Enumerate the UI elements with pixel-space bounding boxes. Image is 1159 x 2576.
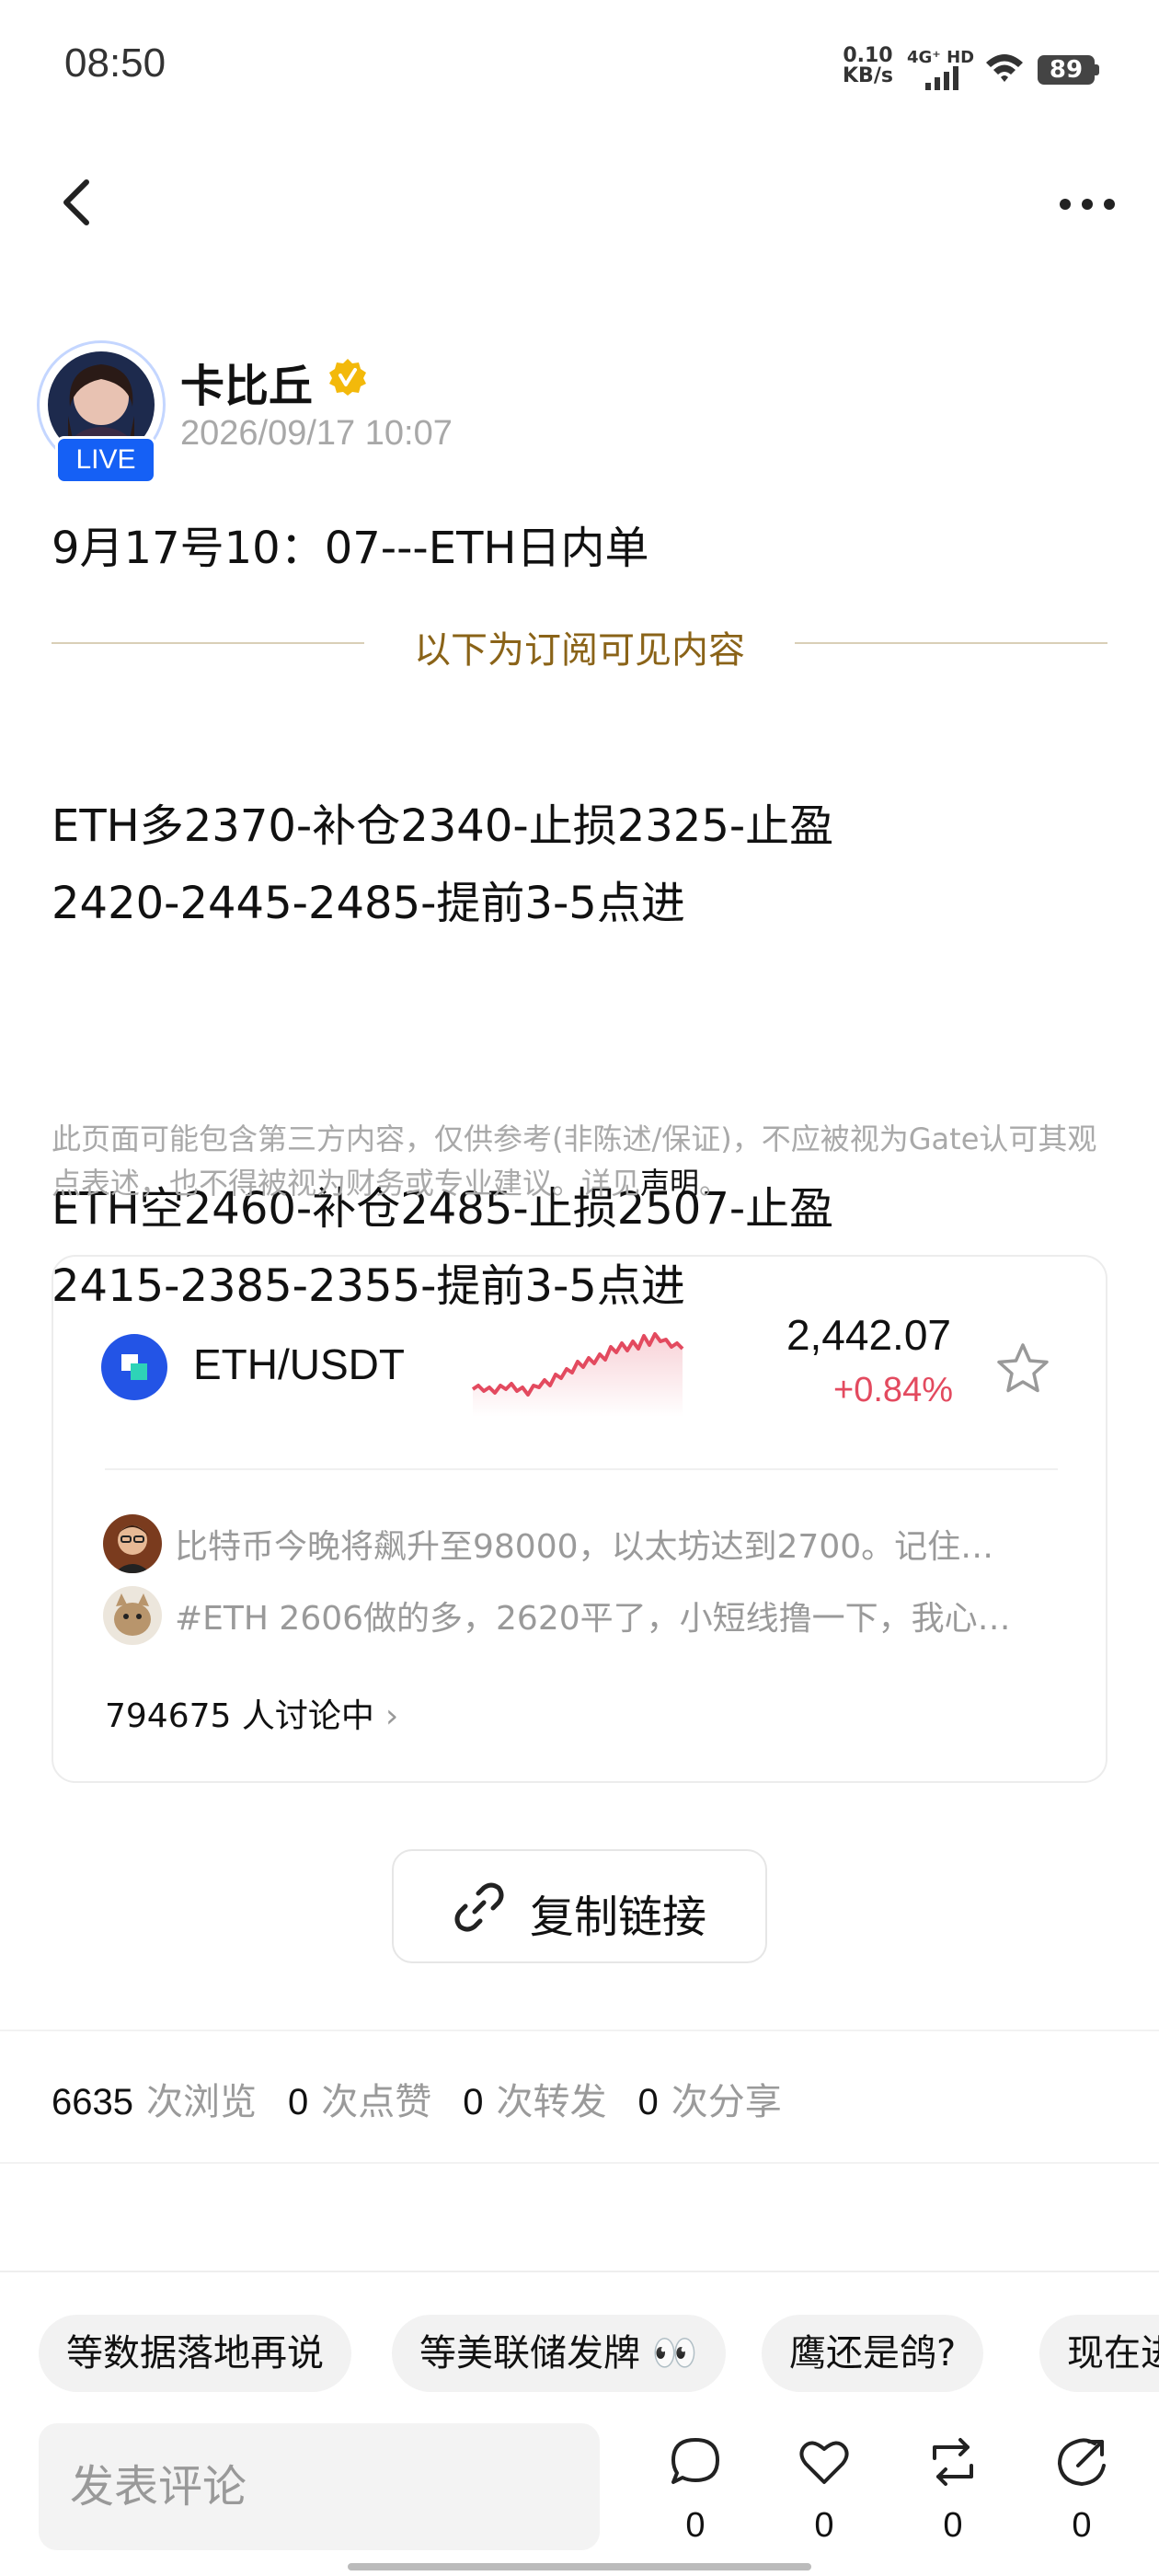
post-title: 9月17号10：07---ETH日内单 xyxy=(52,523,649,574)
trading-pair[interactable]: ETH/USDT xyxy=(193,1340,405,1389)
share-icon[interactable] xyxy=(1054,2434,1109,2490)
link-icon xyxy=(454,1882,504,1932)
disclaimer-text: 此页面可能包含第三方内容，仅供参考(非陈述/保证)，不应被视为Gate认可其观点… xyxy=(52,1121,1097,1201)
post-timestamp: 2026/09/17 10:07 xyxy=(180,414,453,453)
commenter-avatar xyxy=(103,1586,162,1645)
price-sparkline xyxy=(471,1332,684,1417)
heart-icon[interactable] xyxy=(797,2434,852,2490)
comment-preview[interactable]: #ETH 2606做的多，2620平了，小短线撸一下，我心… xyxy=(175,1592,1039,1639)
last-price: 2,442.07 xyxy=(786,1311,951,1359)
views-label: 次浏览 xyxy=(145,2081,257,2123)
views-count: 6635 xyxy=(52,2082,133,2122)
network-speed-value: 0.10 xyxy=(843,44,893,67)
eth-coin-icon xyxy=(101,1334,167,1400)
verified-badge-icon xyxy=(329,359,366,396)
comment-count: 0 xyxy=(685,2506,706,2545)
quick-reply-chip[interactable]: 等美联储发牌 👀 xyxy=(392,2315,726,2392)
like-count: 0 xyxy=(814,2506,834,2545)
discussion-count-link[interactable]: 794675 人讨论中 › xyxy=(105,1689,398,1737)
engagement-stats: 6635 次浏览 0 次点赞 0 次转发 0 次分享 xyxy=(52,2072,813,2125)
home-indicator xyxy=(348,2563,811,2570)
network-speed: 0.10 KB/s xyxy=(843,46,893,86)
shares-label: 次分享 xyxy=(671,2081,782,2123)
chevron-left-icon[interactable] xyxy=(55,175,98,230)
repost-icon[interactable] xyxy=(925,2434,981,2490)
quick-reply-chip[interactable]: 现在进 xyxy=(1039,2315,1159,2392)
share-count: 0 xyxy=(1072,2506,1092,2545)
section-divider xyxy=(0,2271,1159,2272)
status-time: 08:50 xyxy=(64,40,166,86)
comment-input[interactable]: 发表评论 xyxy=(39,2423,600,2550)
wifi-icon xyxy=(986,54,1023,82)
reposts-label: 次转发 xyxy=(496,2081,607,2123)
quick-reply-chip[interactable]: 鹰还是鸽? xyxy=(762,2315,984,2392)
price-change: +0.84% xyxy=(833,1371,953,1409)
subscription-label: 以下为订阅可见内容 xyxy=(414,629,745,672)
disclaimer: 此页面可能包含第三方内容，仅供参考(非陈述/保证)，不应被视为Gate认可其观点… xyxy=(52,1117,1119,1205)
repost-count: 0 xyxy=(943,2506,963,2545)
more-dots-icon[interactable] xyxy=(1058,193,1117,215)
chevron-right-icon: › xyxy=(384,1697,399,1735)
star-outline-icon[interactable] xyxy=(993,1340,1052,1398)
section-divider xyxy=(0,2030,1159,2031)
post-paragraph: ETH多2370-补仓2340-止损2325-止盈 2420-2445-2485… xyxy=(52,800,834,929)
network-type: 4G⁺ HD xyxy=(907,48,975,67)
author-name[interactable]: 卡比丘 xyxy=(180,350,313,414)
commenter-avatar xyxy=(103,1514,162,1573)
card-divider xyxy=(105,1468,1058,1470)
comment-preview[interactable]: 比特币今晚将飙升至98000，以太坊达到2700。记住… xyxy=(175,1520,1039,1568)
signal-icon xyxy=(925,66,958,90)
disclaimer-end: 。 xyxy=(699,1166,729,1201)
reposts-count: 0 xyxy=(463,2082,484,2122)
battery-icon: 89 xyxy=(1038,55,1095,85)
battery-tip xyxy=(1095,64,1099,75)
section-divider xyxy=(0,2162,1159,2164)
shares-count: 0 xyxy=(637,2082,659,2122)
discussion-count: 794675 人讨论中 xyxy=(105,1697,374,1735)
live-badge[interactable]: LIVE xyxy=(55,436,156,484)
quick-reply-chip[interactable]: 等数据落地再说 xyxy=(39,2315,351,2392)
copy-link-label[interactable]: 复制链接 xyxy=(530,1880,706,1945)
likes-count: 0 xyxy=(287,2082,309,2122)
network-speed-unit: KB/s xyxy=(843,64,893,87)
disclaimer-link[interactable]: 声明 xyxy=(640,1166,699,1201)
comment-icon[interactable] xyxy=(668,2434,723,2490)
likes-label: 次点赞 xyxy=(321,2081,432,2123)
